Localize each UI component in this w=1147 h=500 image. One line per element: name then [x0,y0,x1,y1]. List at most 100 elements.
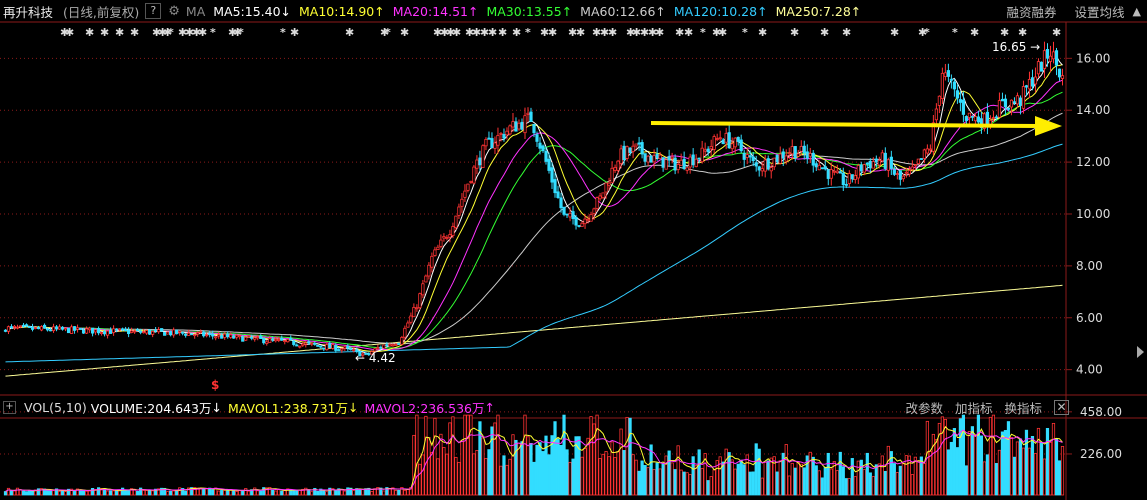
volume-bar [610,441,614,496]
volume-bar [688,474,692,496]
volume-bar [1054,438,1059,496]
candle-body [265,341,269,344]
candle-body [799,145,803,152]
volume-bar [865,452,869,496]
candle-body [874,158,878,163]
candle-body [307,341,311,344]
expand-icon[interactable]: + [3,400,16,414]
volume-bar [421,454,425,496]
volume-bar [81,490,86,496]
event-marker: ✱ [842,26,851,39]
candle-body [45,328,50,331]
candle-body [316,345,320,347]
candle-body [778,153,782,164]
event-marker: ✱ [400,26,409,39]
switch-indicator-link[interactable]: 换指标 [1004,398,1042,417]
candle-body [673,157,677,171]
add-indicator-link[interactable]: 加指标 [955,398,993,417]
close-icon[interactable]: ✕ [1054,399,1069,415]
volume-bar [115,490,119,496]
candle-body [622,145,626,161]
event-marker: ✱ [1000,26,1009,39]
candle-body [66,327,71,334]
event-marker: * [210,26,216,39]
candle-body [994,116,999,119]
volume-bar [256,490,260,496]
event-marker: * [742,26,748,39]
volume-bar [415,414,419,496]
stock-chart[interactable]: 16.00 14.00 12.00 10.00 8.00 6.00 4.00 16.65 → ←… [0,0,1147,500]
volume-bar [595,414,599,496]
candle-body [997,100,1002,118]
candle-body [709,146,713,150]
candle-body [220,335,224,339]
candle-body [652,155,656,163]
candle-body [1000,98,1005,102]
candle-body [898,170,902,180]
volume-arrow: ↓ [211,399,222,415]
event-marker: ✱ [655,26,664,39]
volume-bar [796,461,800,496]
event-marker: * [924,26,930,39]
candle-body [886,159,890,171]
candle-body [433,249,437,256]
candle-body [637,142,641,145]
candle-body [670,156,674,160]
candle-body [508,125,512,135]
candle-body [394,343,398,346]
volume-bar [589,416,593,496]
volume-bar [178,487,182,496]
volume-bar [238,490,242,496]
candle-body [592,208,596,214]
candle-body [802,145,806,154]
candle-body [742,152,746,160]
candle-body [175,329,179,335]
candle-body [922,149,926,159]
candle-body [163,331,167,336]
candle-body [439,239,443,247]
volume-bar [841,466,845,496]
volume-bar [151,490,155,496]
mavol1-arrow: ↓ [348,399,359,415]
candle-body [1057,68,1062,78]
ma60-line [5,112,1063,345]
volume-bar [913,456,917,496]
candle-body [418,293,422,309]
volume-bar [826,452,830,496]
candle-body [1039,61,1044,72]
candle-body [349,348,353,351]
volume-bar [283,490,287,496]
volume-bar [667,450,671,496]
candle-body [817,164,821,171]
volume-label[interactable]: VOL(5,10) [24,400,87,415]
candle-body [835,170,839,174]
volume-bar [466,414,470,496]
volume-bar [739,459,743,496]
edit-params-link[interactable]: 改参数 [905,398,943,417]
volume-bar [847,478,851,496]
event-marker: * [385,26,391,39]
candle-body [634,143,638,147]
candle-body [166,331,170,335]
candle-body [1021,86,1026,109]
volume-bar [1039,442,1044,496]
volume-bar [508,458,512,496]
candle-body [169,331,173,336]
volume-bar [6,487,11,496]
volume-bar [886,445,890,496]
volume-bar [790,462,794,496]
volume-bar [166,491,170,496]
candle-body [27,326,32,328]
candle-body [895,173,899,175]
volume-bar [652,469,656,496]
ma10-line [5,64,1063,353]
candle-body [712,136,716,150]
volume-bar [553,421,557,496]
volume-bar [979,435,984,496]
candle-body [172,329,176,336]
volume-bar [382,490,386,496]
candle-body [613,166,617,171]
candle-body [694,158,698,168]
volume-bar [895,472,899,496]
volume-bar [469,414,473,496]
